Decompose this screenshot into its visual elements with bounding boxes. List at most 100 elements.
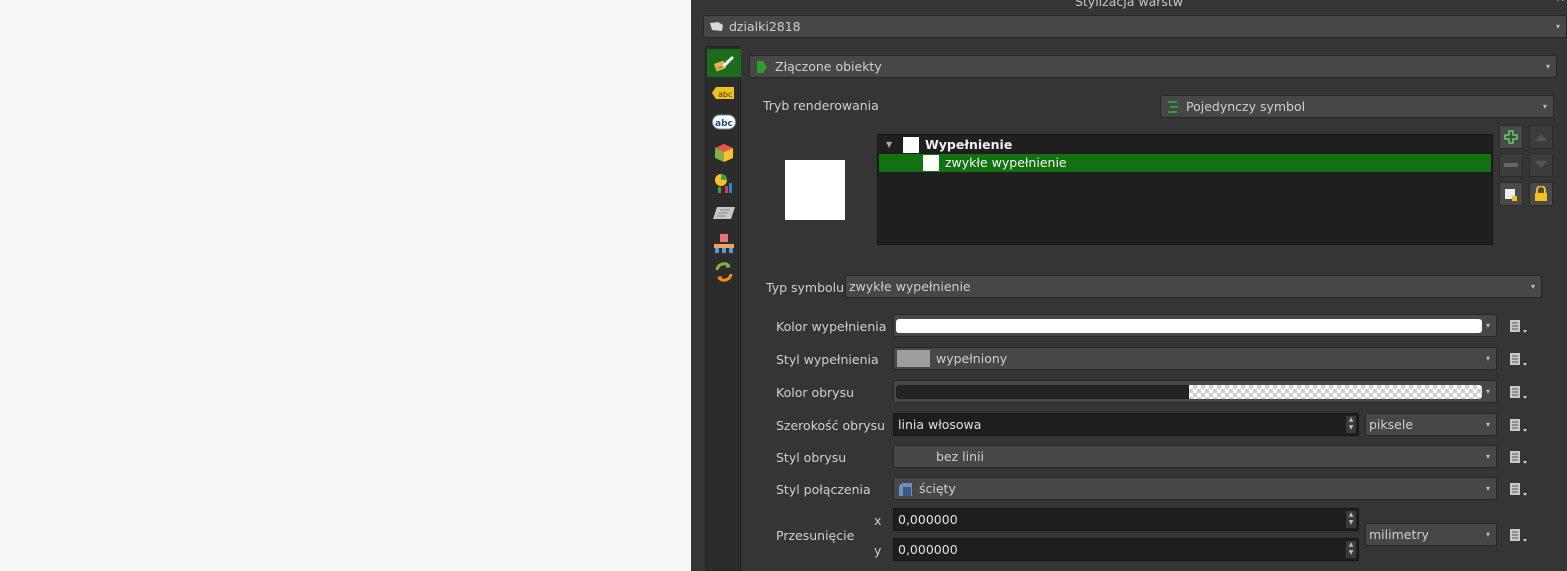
- stroke-color-solid: [896, 385, 1189, 399]
- sidebar-item-masks[interactable]: abc: [707, 108, 741, 136]
- sidebar-item-symbology[interactable]: [707, 49, 741, 77]
- tree-row-fill[interactable]: ▼ Wypełnienie: [879, 136, 1491, 154]
- chevron-down-icon: ▾: [1530, 282, 1535, 291]
- stroke-width-input[interactable]: linia włosowa ▲ ▼: [893, 413, 1359, 436]
- 3d-cube-icon: [715, 144, 733, 162]
- stroke-width-unit: piksele: [1369, 417, 1414, 432]
- chevron-down-icon: ▾: [1545, 62, 1550, 71]
- minus-icon: [1504, 163, 1518, 167]
- sidebar-item-elevation[interactable]: [707, 229, 741, 257]
- chevron-down-icon: ▾: [1485, 321, 1490, 330]
- symbol-preview: [785, 160, 845, 220]
- layer-select-value: dzialki2818: [729, 19, 801, 34]
- fill-style-label: Styl wypełnienia: [776, 352, 879, 367]
- single-symbol-icon: [1168, 101, 1178, 113]
- add-symbol-layer-button[interactable]: [1499, 125, 1523, 149]
- label-abc-icon: abc: [712, 87, 734, 99]
- render-mode-value: Pojedynczy symbol: [1186, 99, 1306, 114]
- empty-canvas-area: [0, 0, 691, 571]
- svg-text:abc: abc: [715, 119, 733, 129]
- remove-symbol-layer-button[interactable]: [1499, 153, 1523, 177]
- bevel-join-icon: [899, 483, 912, 496]
- tree-child-label: zwykłe wypełnienie: [945, 155, 1067, 170]
- fill-color-button[interactable]: ▾: [893, 314, 1497, 337]
- paintbrush-icon: [713, 56, 734, 72]
- stroke-color-button[interactable]: ▾: [893, 380, 1497, 403]
- style-sidebar: abc abc: [705, 46, 741, 571]
- close-icon[interactable]: ✕: [1556, 0, 1565, 5]
- svg-text:abc: abc: [718, 90, 732, 99]
- stroke-style-select[interactable]: bez linii ▾: [893, 445, 1497, 468]
- merged-features-icon: [757, 61, 767, 73]
- spinbox-arrows-icon[interactable]: ▲ ▼: [1346, 511, 1356, 528]
- fill-swatch: [903, 137, 919, 153]
- data-defined-override-icon[interactable]: [1508, 318, 1532, 334]
- spinbox-arrows-icon[interactable]: ▲ ▼: [1346, 541, 1356, 558]
- panel-title: Stylizacja warstw: [1074, 0, 1184, 9]
- move-down-button[interactable]: [1529, 153, 1553, 177]
- symbol-type-value: zwykłe wypełnienie: [849, 279, 971, 294]
- data-defined-override-icon[interactable]: [1508, 449, 1532, 465]
- simple-fill-swatch: [923, 155, 939, 171]
- join-style-label: Styl połączenia: [776, 482, 871, 497]
- offset-label: Przesunięcie: [776, 528, 855, 543]
- sidebar-item-labels[interactable]: abc: [707, 79, 741, 107]
- chevron-down-icon: ▾: [1485, 530, 1490, 539]
- fill-color-swatch: [896, 319, 1482, 333]
- spinbox-arrows-icon[interactable]: ▲ ▼: [1346, 416, 1356, 433]
- stroke-color-transparency: [1189, 385, 1482, 399]
- lock-layer-button[interactable]: [1529, 182, 1553, 206]
- fields-icon: [713, 207, 735, 219]
- chevron-down-icon: ▾: [1485, 420, 1490, 429]
- stroke-color-label: Kolor obrysu: [776, 385, 855, 400]
- data-defined-override-icon[interactable]: [1508, 527, 1532, 543]
- stroke-color-swatch: [896, 385, 1482, 399]
- stroke-style-value: bez linii: [936, 449, 984, 464]
- chevron-down-icon: ▾: [1555, 22, 1560, 31]
- sidebar-item-history[interactable]: [707, 258, 741, 286]
- tree-row-simple-fill[interactable]: zwykłe wypełnienie: [879, 154, 1491, 172]
- data-defined-override-icon[interactable]: [1508, 481, 1532, 497]
- fill-style-value: wypełniony: [936, 351, 1008, 366]
- arrow-up-icon: [1535, 134, 1547, 141]
- symbol-type-select[interactable]: zwykłe wypełnienie ▾: [845, 275, 1542, 298]
- render-mode-select[interactable]: Pojedynczy symbol ▾: [1160, 95, 1554, 118]
- diagram-icon: [715, 174, 732, 193]
- layer-select[interactable]: dzialki2818 ▾: [703, 15, 1567, 38]
- fill-style-select[interactable]: wypełniony ▾: [893, 347, 1497, 370]
- offset-x-input[interactable]: 0,000000 ▲ ▼: [893, 508, 1359, 531]
- offset-unit-select[interactable]: milimetry ▾: [1365, 523, 1497, 546]
- offset-unit: milimetry: [1369, 527, 1429, 542]
- move-up-button[interactable]: [1529, 125, 1553, 149]
- chevron-down-icon: ▾: [1485, 387, 1490, 396]
- fill-color-label: Kolor wypełnienia: [776, 319, 887, 334]
- layer-styling-panel: Stylizacja warstw ✕ dzialki2818 ▾ abc ab…: [691, 0, 1567, 571]
- plus-icon: [1504, 130, 1518, 144]
- data-defined-override-icon[interactable]: [1508, 351, 1532, 367]
- stroke-width-label: Szerokość obrysu: [776, 418, 886, 433]
- symbol-type-label: Typ symbolu: [766, 280, 845, 295]
- stroke-width-unit-select[interactable]: piksele ▾: [1365, 413, 1497, 436]
- chevron-down-icon: ▾: [1485, 354, 1490, 363]
- data-defined-override-icon[interactable]: [1508, 384, 1532, 400]
- tree-root-label: Wypełnienie: [925, 137, 1013, 152]
- symbol-layer-tree: ▼ Wypełnienie zwykłe wypełnienie: [877, 134, 1493, 245]
- mask-abc-icon: abc: [712, 114, 736, 130]
- stroke-style-label: Styl obrysu: [776, 450, 847, 465]
- history-icon: [715, 262, 733, 282]
- renderer-select[interactable]: Złączone obiekty ▾: [749, 55, 1557, 78]
- sidebar-item-fields[interactable]: [707, 199, 741, 227]
- offset-x-value: 0,000000: [898, 512, 958, 527]
- offset-y-input[interactable]: 0,000000 ▲ ▼: [893, 538, 1359, 561]
- duplicate-layer-button[interactable]: [1499, 182, 1523, 206]
- chevron-down-icon: ▾: [1485, 484, 1490, 493]
- renderer-select-value: Złączone obiekty: [775, 59, 882, 74]
- offset-y-label: y: [874, 543, 882, 558]
- expand-arrow-icon[interactable]: ▼: [886, 136, 892, 154]
- join-style-select[interactable]: ścięty ▾: [893, 477, 1497, 500]
- offset-y-value: 0,000000: [898, 542, 958, 557]
- arrow-down-icon: [1535, 161, 1547, 168]
- sidebar-item-3d[interactable]: [707, 139, 741, 167]
- sidebar-item-diagrams[interactable]: [707, 169, 741, 197]
- data-defined-override-icon[interactable]: [1508, 417, 1532, 433]
